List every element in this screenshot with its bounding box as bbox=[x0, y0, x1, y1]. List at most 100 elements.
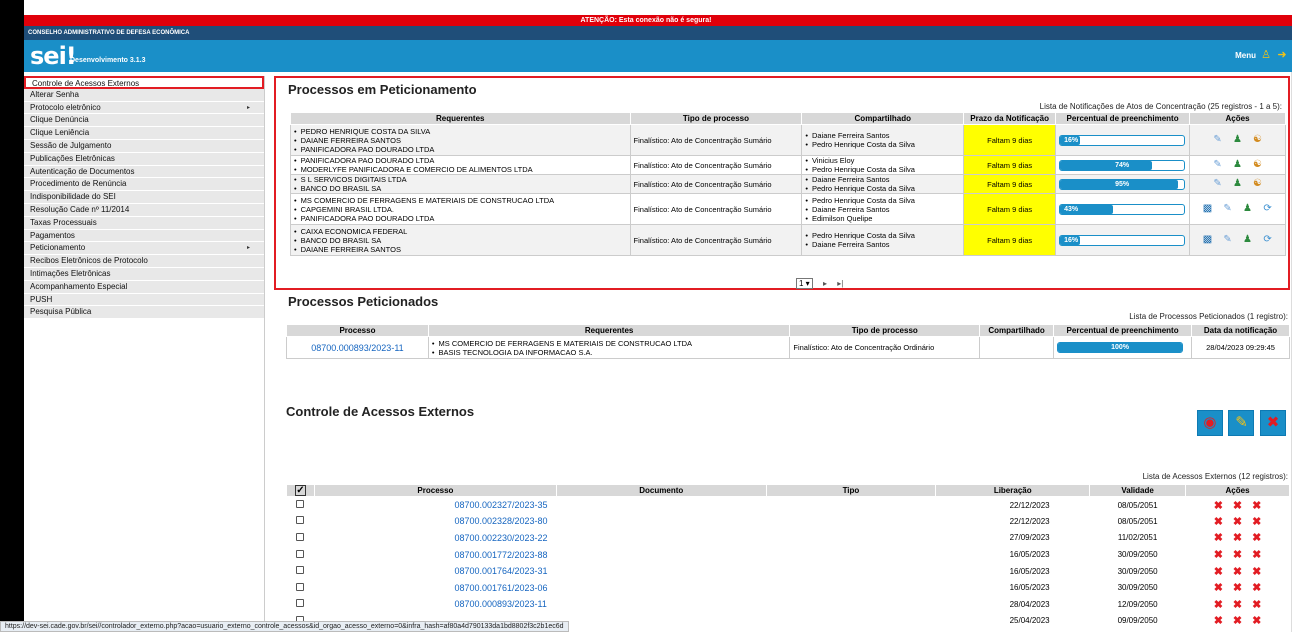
processo-link[interactable]: 08700.000893/2023-11 bbox=[311, 343, 403, 353]
row-checkbox[interactable] bbox=[296, 599, 305, 608]
table-row: CAIXA ECONOMICA FEDERALBANCO DO BRASIL S… bbox=[290, 224, 1286, 256]
sei-logo[interactable]: sei! bbox=[30, 42, 77, 70]
puzzle-icon[interactable]: ▩ bbox=[1202, 203, 1214, 215]
cancel-access-icon[interactable]: ✖ bbox=[1233, 500, 1242, 512]
people-icon[interactable]: ♟ bbox=[1232, 178, 1244, 190]
sidebar-item[interactable]: Taxas Processuais bbox=[24, 216, 264, 230]
exit-icon[interactable]: ➜ bbox=[1276, 49, 1288, 61]
table-row: MS COMERCIO DE FERRAGENS E MATERIAIS DE … bbox=[290, 193, 1286, 225]
row-checkbox[interactable] bbox=[296, 566, 305, 575]
sidebar-item[interactable]: Alterar Senha bbox=[24, 88, 264, 102]
last-page-button[interactable]: ▸| bbox=[837, 279, 843, 288]
processo-link[interactable]: 08700.002327/2023-35 bbox=[454, 500, 547, 510]
sidebar-item[interactable]: Autenticação de Documentos bbox=[24, 165, 264, 179]
row-checkbox[interactable] bbox=[296, 582, 305, 591]
cancel-access-icon[interactable]: ✖ bbox=[1252, 500, 1261, 512]
sidebar-item[interactable]: PUSH bbox=[24, 293, 264, 307]
sidebar-item[interactable]: Resolução Cade nº 11/2014 bbox=[24, 203, 264, 217]
cancel-access-icon[interactable]: ✖ bbox=[1214, 582, 1223, 594]
user-icon[interactable]: ♙ bbox=[1260, 49, 1272, 61]
people-icon[interactable]: ♟ bbox=[1232, 159, 1244, 171]
row-checkbox[interactable] bbox=[296, 516, 305, 525]
select-all-checkbox[interactable]: ✓ bbox=[286, 484, 315, 497]
edit-icon[interactable]: ✎ bbox=[1212, 178, 1224, 190]
edit-icon[interactable]: ✎ bbox=[1222, 234, 1234, 246]
processo-link[interactable]: 08700.000893/2023-11 bbox=[454, 599, 546, 609]
sidebar-item[interactable]: Controle de Acessos Externos bbox=[24, 76, 264, 89]
table-row: 08700.002230/2023-22 27/09/2023 11/02/2051… bbox=[287, 530, 1290, 547]
sidebar-item[interactable]: Procedimento de Renúncia bbox=[24, 178, 264, 192]
next-page-button[interactable]: ▸ bbox=[823, 279, 827, 288]
people-icon[interactable]: ♟ bbox=[1242, 203, 1254, 215]
sidebar-item[interactable]: Clique Denúncia bbox=[24, 114, 264, 128]
edit-icon[interactable]: ✎ bbox=[1212, 134, 1224, 146]
cancel-access-icon[interactable]: ✖ bbox=[1233, 599, 1242, 611]
sidebar-item[interactable]: Acompanhamento Especial bbox=[24, 280, 264, 294]
cancel-access-icon[interactable]: ✖ bbox=[1252, 566, 1261, 578]
list-item: CAIXA ECONOMICA FEDERAL bbox=[294, 227, 627, 236]
sidebar-item[interactable]: Protocolo eletrônico ▸ bbox=[24, 101, 264, 115]
cancel-access-icon[interactable]: ✖ bbox=[1252, 549, 1261, 561]
progress-label: 74% bbox=[1115, 161, 1130, 169]
progress-label: 16% bbox=[1064, 136, 1079, 144]
cancel-access-icon[interactable]: ✖ bbox=[1214, 549, 1223, 561]
row-checkbox[interactable] bbox=[296, 549, 305, 558]
sidebar-item[interactable]: Pagamentos bbox=[24, 229, 264, 243]
sidebar-item[interactable]: Peticionamento ▸ bbox=[24, 242, 264, 256]
processo-link[interactable]: 08700.002230/2023-22 bbox=[454, 533, 547, 543]
users-icon[interactable]: ☯ bbox=[1252, 159, 1264, 171]
row-checkbox[interactable] bbox=[296, 532, 305, 541]
acoes-cell: ✖ ✖ ✖ bbox=[1186, 563, 1290, 580]
cancel-access-icon[interactable]: ✖ bbox=[1252, 532, 1261, 544]
processo-link[interactable]: 08700.001772/2023-88 bbox=[454, 550, 547, 560]
processo-link[interactable]: 08700.001761/2023-06 bbox=[454, 583, 547, 593]
cancel-access-icon[interactable]: ✖ bbox=[1214, 500, 1223, 512]
cancel-access-icon[interactable]: ✖ bbox=[1252, 516, 1261, 528]
cancel-access-icon[interactable]: ✖ bbox=[1252, 599, 1261, 611]
list-item: BANCO DO BRASIL SA bbox=[294, 236, 627, 245]
sidebar-item[interactable]: Recibos Eletrônicos de Protocolo bbox=[24, 255, 264, 268]
liberacao: 22/12/2023 bbox=[1009, 500, 1050, 510]
prazo-notificacao: Faltam 9 dias bbox=[963, 174, 1057, 194]
users-icon[interactable]: ☯ bbox=[1252, 134, 1264, 146]
cancel-access-icon[interactable]: ✖ bbox=[1233, 582, 1242, 594]
cancel-access-icon[interactable]: ✖ bbox=[1214, 516, 1223, 528]
cancel-access-icon[interactable]: ✖ bbox=[1233, 566, 1242, 578]
edit-document-icon[interactable]: ✎ bbox=[1228, 410, 1255, 436]
share-icon[interactable]: ⟳ bbox=[1262, 234, 1274, 246]
cancel-access-icon[interactable]: ✖ bbox=[1214, 615, 1223, 627]
cancel-document-icon[interactable]: ✖ bbox=[1260, 410, 1286, 436]
sidebar-item[interactable]: Pesquisa Pública bbox=[24, 306, 264, 320]
cancel-access-icon[interactable]: ✖ bbox=[1252, 582, 1261, 594]
sidebar-item[interactable]: Publicações Eletrônicas bbox=[24, 152, 264, 166]
edit-icon[interactable]: ✎ bbox=[1222, 203, 1234, 215]
list-item: Daiane Ferreira Santos bbox=[805, 131, 960, 140]
page-select[interactable]: 1 ▾ bbox=[796, 278, 813, 289]
submenu-arrow-icon: ▸ bbox=[246, 245, 250, 252]
cancel-access-icon[interactable]: ✖ bbox=[1233, 549, 1242, 561]
processo-link[interactable]: 08700.001764/2023-31 bbox=[454, 566, 547, 576]
edit-icon[interactable]: ✎ bbox=[1212, 159, 1224, 171]
tipo bbox=[766, 596, 936, 613]
cancel-access-icon[interactable]: ✖ bbox=[1214, 566, 1223, 578]
share-icon[interactable]: ⟳ bbox=[1262, 203, 1274, 215]
sidebar-item[interactable]: Indisponibilidade do SEI bbox=[24, 191, 264, 204]
sidebar-item[interactable]: Sessão de Julgamento bbox=[24, 139, 264, 153]
cancel-access-icon[interactable]: ✖ bbox=[1214, 599, 1223, 611]
sidebar-item[interactable]: Intimações Eletrônicas bbox=[24, 267, 264, 281]
people-icon[interactable]: ♟ bbox=[1242, 234, 1254, 246]
cancel-access-icon[interactable]: ✖ bbox=[1233, 532, 1242, 544]
people-icon[interactable]: ♟ bbox=[1232, 134, 1244, 146]
cancel-access-icon[interactable]: ✖ bbox=[1233, 516, 1242, 528]
table-row: 08700.000893/2023-11 MS COMERCIO DE FERR… bbox=[286, 336, 1290, 359]
row-checkbox[interactable] bbox=[296, 500, 305, 509]
cancel-access-icon[interactable]: ✖ bbox=[1214, 532, 1223, 544]
cancel-access-icon[interactable]: ✖ bbox=[1252, 615, 1261, 627]
puzzle-icon[interactable]: ▩ bbox=[1202, 234, 1214, 246]
menu-link[interactable]: Menu bbox=[1235, 51, 1256, 60]
processo-link[interactable]: 08700.002328/2023-80 bbox=[454, 516, 547, 526]
sidebar-item[interactable]: Clique Leniência bbox=[24, 127, 264, 140]
users-icon[interactable]: ☯ bbox=[1252, 178, 1264, 190]
view-icon[interactable]: ◉ bbox=[1196, 410, 1223, 436]
cancel-access-icon[interactable]: ✖ bbox=[1233, 615, 1242, 627]
